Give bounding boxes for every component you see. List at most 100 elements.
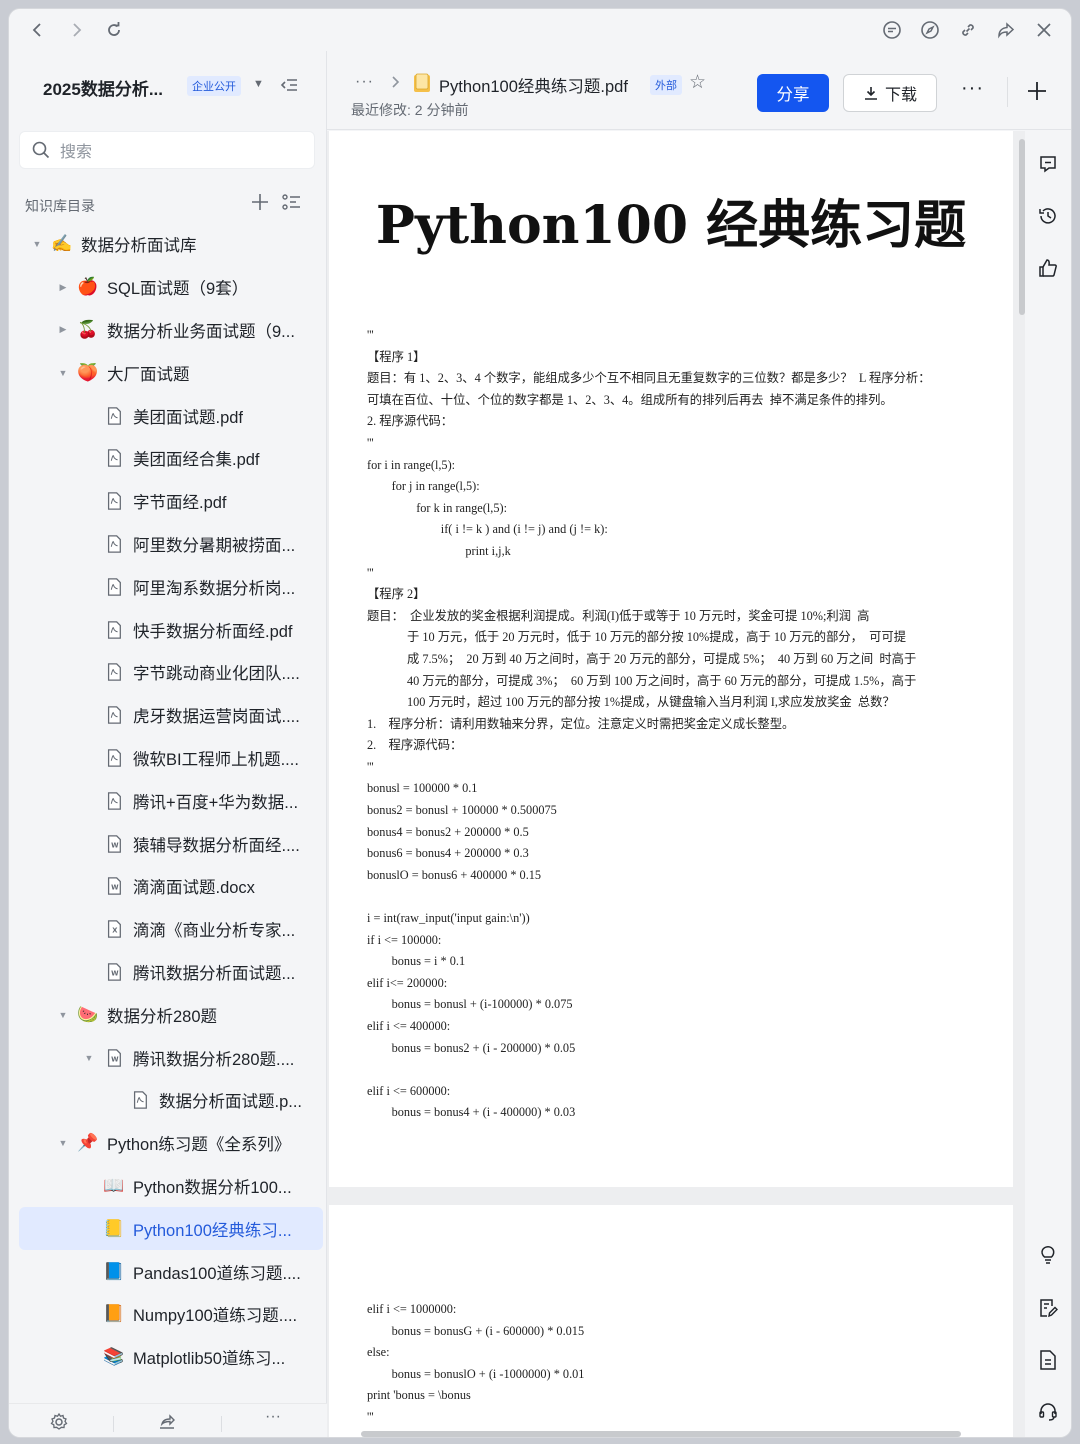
- forward-share-icon[interactable]: [993, 17, 1019, 43]
- lightbulb-icon[interactable]: [1037, 1243, 1061, 1267]
- sidebar-tree-item[interactable]: 📘 Pandas100道练习题....: [9, 1250, 327, 1293]
- document-title: Python100 经典练习题: [375, 195, 967, 256]
- plus-icon[interactable]: [1025, 79, 1049, 103]
- sidebar-footer: ···: [9, 1403, 327, 1437]
- sidebar-tree-item[interactable]: 字节面经.pdf: [9, 480, 327, 523]
- tree-item-label: 腾讯数据分析280题....: [133, 1050, 295, 1069]
- chevron-right-icon: [391, 75, 401, 92]
- download-button[interactable]: 下载: [843, 74, 937, 112]
- list-view-icon[interactable]: [281, 191, 303, 213]
- file-icon: [413, 73, 431, 93]
- tree-item-label: 虎牙数据运营岗面试....: [133, 708, 300, 727]
- sidebar-tree-item[interactable]: ▼ 🍉 数据分析280题: [9, 993, 327, 1036]
- sidebar-tree-item[interactable]: W 猿辅导数据分析面经....: [9, 822, 327, 865]
- svg-text:W: W: [111, 970, 119, 978]
- enterprise-public-badge: 企业公开: [187, 76, 241, 96]
- caret-down-icon[interactable]: ▼: [83, 1053, 95, 1063]
- document-line: 【程序 1】: [367, 349, 426, 364]
- tree-item-label: 数据分析面试库: [81, 237, 197, 256]
- close-icon[interactable]: [1031, 17, 1057, 43]
- chevron-down-icon[interactable]: ▼: [253, 78, 264, 90]
- pdf-viewer[interactable]: Python100 经典练习题 ''' 【程序 1】 题目：有 1、2、3、4 个数…: [327, 131, 1027, 1437]
- sidebar-tree-item[interactable]: 微软BI工程师上机题....: [9, 737, 327, 780]
- document-line: if i <= 100000:: [367, 932, 442, 947]
- emoji-icon: 🍑: [77, 362, 99, 382]
- more-icon[interactable]: ···: [265, 1408, 287, 1430]
- document-line: bonus = i * 0.1: [367, 954, 466, 969]
- sidebar-tree-item[interactable]: W 滴滴面试题.docx: [9, 865, 327, 908]
- comment-panel-icon[interactable]: [1037, 153, 1061, 177]
- document-info-icon[interactable]: [1037, 1349, 1061, 1373]
- sidebar-tree-item[interactable]: 快手数据分析面经.pdf: [9, 608, 327, 651]
- document-line: bonus = bonus4 + (i - 400000) * 0.03: [367, 1105, 576, 1120]
- caret-down-icon[interactable]: ▼: [57, 1138, 69, 1148]
- comment-icon[interactable]: [879, 17, 905, 43]
- sidebar-tree-item[interactable]: 数据分析面试题.p...: [9, 1079, 327, 1122]
- document-line: bonus4 = bonus2 + 200000 * 0.5: [367, 824, 529, 839]
- export-icon[interactable]: [157, 1412, 179, 1434]
- more-options-button[interactable]: ···: [961, 77, 984, 100]
- sidebar-tree-item[interactable]: ▼ 🍑 大厂面试题: [9, 351, 327, 394]
- document-line: if( i != k ) and (i != j) and (j != k):: [367, 522, 608, 537]
- sidebar-tree-item[interactable]: ▼ 📌 Python练习题《全系列》: [9, 1122, 327, 1165]
- search-placeholder: 搜索: [60, 144, 93, 161]
- refresh-icon[interactable]: [101, 17, 127, 43]
- sidebar-tree-item[interactable]: ▶ 🍎 SQL面试题（9套）: [9, 266, 327, 309]
- star-icon[interactable]: ☆: [689, 71, 706, 94]
- sidebar-tree-item[interactable]: W 腾讯数据分析面试题...: [9, 951, 327, 994]
- sidebar-tree-item[interactable]: 阿里数分暑期被捞面...: [9, 523, 327, 566]
- emoji-icon: 📙: [103, 1304, 125, 1324]
- sidebar-tree-item[interactable]: 美团面试题.pdf: [9, 394, 327, 437]
- compass-icon[interactable]: [917, 17, 943, 43]
- caret-right-icon[interactable]: ▶: [57, 324, 69, 335]
- sidebar-tree-item[interactable]: 腾讯+百度+华为数据...: [9, 779, 327, 822]
- sidebar-tree-item[interactable]: ▼ ✍️ 数据分析面试库: [9, 223, 327, 266]
- sidebar-tree-item[interactable]: 📚 Matplotlib50道练习...: [9, 1336, 327, 1379]
- caret-down-icon[interactable]: ▼: [57, 1010, 69, 1020]
- horizontal-scrollbar[interactable]: [361, 1431, 961, 1437]
- link-icon[interactable]: [955, 17, 981, 43]
- collapse-sidebar-icon[interactable]: [277, 73, 301, 97]
- history-icon[interactable]: [1037, 205, 1061, 229]
- sidebar-tree-item[interactable]: 虎牙数据运营岗面试....: [9, 694, 327, 737]
- thumbs-up-icon[interactable]: [1037, 257, 1061, 281]
- sidebar-tree-item[interactable]: 📙 Numpy100道练习题....: [9, 1293, 327, 1336]
- edit-document-icon[interactable]: [1037, 1297, 1061, 1321]
- settings-icon[interactable]: [49, 1412, 71, 1434]
- back-icon[interactable]: [25, 17, 51, 43]
- sidebar-tree-item[interactable]: 📒 Python100经典练习...: [19, 1207, 323, 1251]
- download-label: 下载: [884, 87, 917, 104]
- sidebar-tree-item[interactable]: 阿里淘系数据分析岗...: [9, 565, 327, 608]
- emoji-icon: 🍎: [77, 277, 99, 297]
- breadcrumb-more[interactable]: ···: [355, 73, 374, 91]
- sidebar-tree-item[interactable]: ▼ W 腾讯数据分析280题....: [9, 1036, 327, 1079]
- sidebar-tree-item[interactable]: X 滴滴《商业分析专家...: [9, 908, 327, 951]
- sidebar-tree-item[interactable]: 📖 Python数据分析100...: [9, 1165, 327, 1208]
- tree-item-label: 字节面经.pdf: [133, 494, 227, 513]
- caret-down-icon[interactable]: ▼: [31, 239, 43, 249]
- caret-right-icon[interactable]: ▶: [57, 282, 69, 293]
- search-input[interactable]: 搜索: [19, 131, 315, 169]
- header-divider: [1007, 77, 1008, 107]
- tree-item-label: 阿里淘系数据分析岗...: [133, 579, 296, 598]
- forward-icon[interactable]: [63, 17, 89, 43]
- headset-support-icon[interactable]: [1037, 1401, 1061, 1425]
- document-line: 成 7.5%； 20 万到 40 万之间时，高于 20 万元的部分，可提成 5%…: [367, 651, 917, 666]
- pdf-page-2: elif i <= 1000000: bonus = bonusG + (i -…: [329, 1205, 1013, 1437]
- document-line: for k in range(l,5):: [367, 500, 508, 515]
- tree-item-label: 数据分析业务面试题（9...: [107, 322, 295, 341]
- tree-item-label: 数据分析280题: [107, 1007, 218, 1026]
- caret-down-icon[interactable]: ▼: [57, 368, 69, 378]
- pdf-page-1: Python100 经典练习题 ''' 【程序 1】 题目：有 1、2、3、4 个数…: [329, 131, 1013, 1187]
- document-line: print i,j,k: [367, 543, 511, 558]
- pdf-file-icon: [103, 576, 125, 598]
- sidebar-tree-item[interactable]: ▶ 🍒 数据分析业务面试题（9...: [9, 309, 327, 352]
- header-divider-line: [327, 129, 1071, 130]
- add-icon[interactable]: [249, 191, 271, 213]
- sidebar-tree-item[interactable]: 字节跳动商业化团队....: [9, 651, 327, 694]
- knowledge-base-title[interactable]: 2025数据分析...: [43, 75, 163, 100]
- sidebar-tree-item[interactable]: 美团面经合集.pdf: [9, 437, 327, 480]
- document-line: bonusl = 100000 * 0.1: [367, 781, 478, 796]
- share-button[interactable]: 分享: [757, 74, 829, 112]
